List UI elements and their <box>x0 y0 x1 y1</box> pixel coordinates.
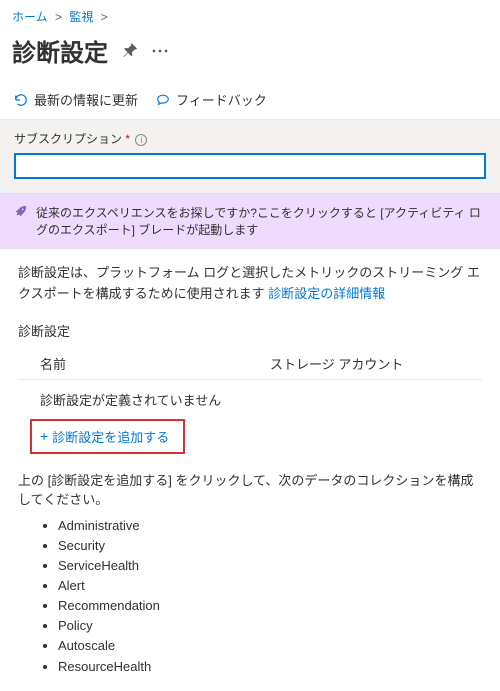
subscription-label-row: サブスクリプション * i <box>0 120 500 153</box>
col-storage: ストレージ アカウント <box>270 354 403 373</box>
feedback-label: フィードバック <box>176 90 267 109</box>
command-bar: 最新の情報に更新 フィードバック <box>0 80 500 120</box>
add-diagnostic-setting-button[interactable]: + 診断設定を追加する <box>30 419 185 454</box>
required-mark: * <box>125 132 130 146</box>
info-icon[interactable]: i <box>135 134 147 146</box>
breadcrumb-home[interactable]: ホーム <box>12 10 48 24</box>
list-item: ServiceHealth <box>58 556 482 576</box>
list-item: Policy <box>58 616 482 636</box>
plus-icon: + <box>40 429 48 443</box>
table-header: 名前 ストレージ アカウント <box>18 348 482 380</box>
info-banner[interactable]: 従来のエクスペリエンスをお探しですか?ここをクリックすると [アクティビティ ロ… <box>0 193 500 249</box>
rocket-icon <box>14 205 28 222</box>
section-label: 診断設定 <box>18 321 482 340</box>
chevron-right-icon: > <box>55 10 62 24</box>
list-item: Autoscale <box>58 636 482 656</box>
title-bar: 診断設定 <box>0 29 500 80</box>
subscription-input[interactable] <box>14 153 486 179</box>
subscription-label: サブスクリプション <box>14 132 122 146</box>
table-empty-row: 診断設定が定義されていません <box>18 380 482 419</box>
learn-more-link[interactable]: 診断設定の詳細情報 <box>268 286 385 301</box>
refresh-icon <box>14 93 28 107</box>
description: 診断設定は、プラットフォーム ログと選択したメトリックのストリーミング エクスポ… <box>18 263 482 305</box>
more-icon[interactable] <box>152 49 168 53</box>
add-label: 診断設定を追加する <box>52 427 169 446</box>
page-title: 診断設定 <box>12 33 108 68</box>
banner-text: 従来のエクスペリエンスをお探しですか?ここをクリックすると [アクティビティ ロ… <box>36 204 486 238</box>
category-list: Administrative Security ServiceHealth Al… <box>58 516 482 677</box>
breadcrumb-monitor[interactable]: 監視 <box>69 10 93 24</box>
list-item: Recommendation <box>58 596 482 616</box>
col-name: 名前 <box>40 354 270 373</box>
description-text: 診断設定は、プラットフォーム ログと選択したメトリックのストリーミング エクスポ… <box>18 265 480 301</box>
instruction-text: 上の [診断設定を追加する] をクリックして、次のデータのコレクションを構成して… <box>18 470 482 508</box>
breadcrumb: ホーム > 監視 > <box>0 0 500 29</box>
list-item: Security <box>58 536 482 556</box>
feedback-icon <box>156 93 170 107</box>
refresh-label: 最新の情報に更新 <box>34 90 138 109</box>
list-item: Administrative <box>58 516 482 536</box>
pin-icon[interactable] <box>122 43 138 59</box>
list-item: ResourceHealth <box>58 657 482 677</box>
list-item: Alert <box>58 576 482 596</box>
chevron-right-icon: > <box>101 10 108 24</box>
refresh-button[interactable]: 最新の情報に更新 <box>14 90 138 109</box>
feedback-button[interactable]: フィードバック <box>156 90 267 109</box>
